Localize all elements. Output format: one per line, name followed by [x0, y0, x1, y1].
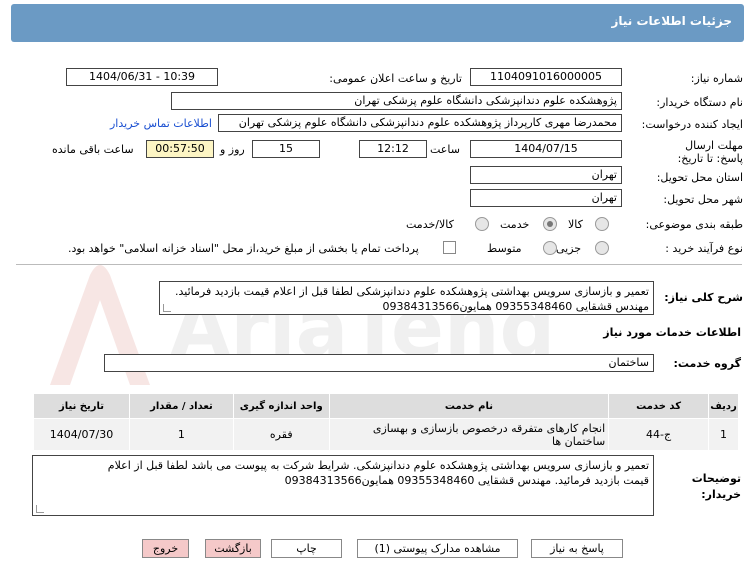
watermark-logo: AriaTender.net: [50, 265, 550, 385]
category-radio-goods-service[interactable]: [475, 217, 489, 231]
category-option-goods: کالا: [568, 218, 583, 231]
col-row: ردیف: [708, 393, 739, 419]
service-group-value: ساختمان: [104, 354, 654, 372]
buyer-notes-label: توضیحات خریدار:: [691, 472, 741, 501]
buyer-notes-line-1: تعمیر و بازسازی سرویس بهداشتی پژوهشکده ع…: [107, 459, 649, 472]
days-remaining: 15: [252, 140, 320, 158]
category-option-service: خدمت: [500, 218, 530, 231]
cell-unit: فقره: [232, 418, 330, 451]
payment-checkbox[interactable]: [443, 241, 456, 254]
col-code: کد خدمت: [608, 393, 710, 419]
category-option-goods-service: کالا/خدمت: [406, 218, 454, 231]
process-radio-medium[interactable]: [543, 241, 557, 255]
city-label: شهر محل تحویل:: [663, 193, 743, 206]
deadline-time-label: ساعت: [430, 143, 460, 156]
section-divider: [16, 264, 742, 265]
exit-button[interactable]: خروج: [142, 539, 189, 558]
resize-handle-icon[interactable]: [36, 505, 44, 513]
payment-note: پرداخت تمام یا بخشی از مبلغ خرید،از محل …: [68, 242, 419, 255]
col-unit: واحد اندازه گیری: [232, 393, 330, 419]
buyer-org-value: پژوهشکده علوم دندانپزشکی دانشگاه علوم پز…: [171, 92, 622, 110]
deadline-label: مهلت ارسال پاسخ: تا تاریخ:: [677, 139, 743, 165]
announce-label: تاریخ و ساعت اعلان عمومی:: [329, 72, 462, 85]
summary-label: شرح کلی نیاز:: [664, 291, 743, 304]
days-label: روز و: [220, 143, 245, 156]
summary-line-2: مهندس قشقایی 09355348460 همایون093843135…: [382, 300, 649, 313]
service-group-label: گروه خدمت:: [673, 357, 741, 370]
reply-button[interactable]: پاسخ به نیاز: [531, 539, 623, 558]
province-label: استان محل تحویل:: [656, 171, 743, 184]
col-name: نام خدمت: [328, 393, 610, 419]
services-table: ردیف کد خدمت نام خدمت واحد اندازه گیری ت…: [33, 393, 739, 451]
creator-value: محمدرضا مهری کارپرداز پژوهشکده علوم دندا…: [218, 114, 622, 132]
creator-label: ایجاد کننده درخواست:: [641, 118, 743, 131]
category-radio-service[interactable]: [543, 217, 557, 231]
resize-handle-icon[interactable]: [163, 304, 171, 312]
attachments-button[interactable]: مشاهده مدارک پیوستی (1): [357, 539, 518, 558]
back-button[interactable]: بازگشت: [205, 539, 261, 558]
col-qty: تعداد / مقدار: [129, 393, 234, 419]
buyer-notes-line-2: قیمت بازدید فرمائید. مهندس قشقایی 093553…: [284, 474, 649, 487]
need-number-label: شماره نیاز:: [690, 72, 743, 85]
table-header-row: ردیف کد خدمت نام خدمت واحد اندازه گیری ت…: [33, 393, 739, 419]
cell-date: 1404/07/30: [33, 418, 130, 451]
remaining-time-label: ساعت باقی مانده: [52, 143, 134, 156]
page-title: جزئیات اطلاعات نیاز: [611, 14, 732, 28]
province-value: تهران: [470, 166, 622, 184]
process-label: نوع فرآیند خرید :: [665, 242, 743, 255]
buyer-notes-textarea[interactable]: تعمیر و بازسازی سرویس بهداشتی پژوهشکده ع…: [32, 455, 654, 516]
city-value: تهران: [470, 189, 622, 207]
services-section-title: اطلاعات خدمات مورد نیاز: [603, 326, 741, 339]
cell-name: انجام کارهای متفرقه درخصوص بازسازی و بهس…: [328, 418, 610, 451]
contact-buyer-link[interactable]: اطلاعات تماس خریدار: [110, 117, 212, 130]
page-header: جزئیات اطلاعات نیاز: [11, 4, 744, 42]
summary-textarea[interactable]: تعمیر و بازسازی سرویس بهداشتی پژوهشکده ع…: [159, 281, 654, 315]
process-option-minor: جزیی: [556, 242, 582, 255]
process-option-medium: متوسط: [487, 242, 522, 255]
cell-qty: 1: [129, 418, 234, 451]
process-radio-minor[interactable]: [595, 241, 609, 255]
col-date: تاریخ نیاز: [33, 393, 130, 419]
table-row: 1 ج-44 انجام کارهای متفرقه درخصوص بازساز…: [33, 418, 739, 451]
need-number-value: 1104091016000005: [470, 68, 622, 86]
deadline-date: 1404/07/15: [470, 140, 622, 158]
remaining-time: 00:57:50: [146, 140, 214, 158]
cell-row: 1: [708, 418, 739, 451]
buyer-org-label: نام دستگاه خریدار:: [656, 96, 743, 109]
print-button[interactable]: چاپ: [271, 539, 342, 558]
deadline-time: 12:12: [359, 140, 427, 158]
category-label: طبقه بندی موضوعی:: [645, 218, 743, 231]
summary-line-1: تعمیر و بازسازی سرویس بهداشتی پژوهشکده ع…: [175, 285, 649, 298]
category-radio-goods[interactable]: [595, 217, 609, 231]
cell-code: ج-44: [608, 418, 710, 451]
announce-value: 1404/06/31 - 10:39: [66, 68, 218, 86]
